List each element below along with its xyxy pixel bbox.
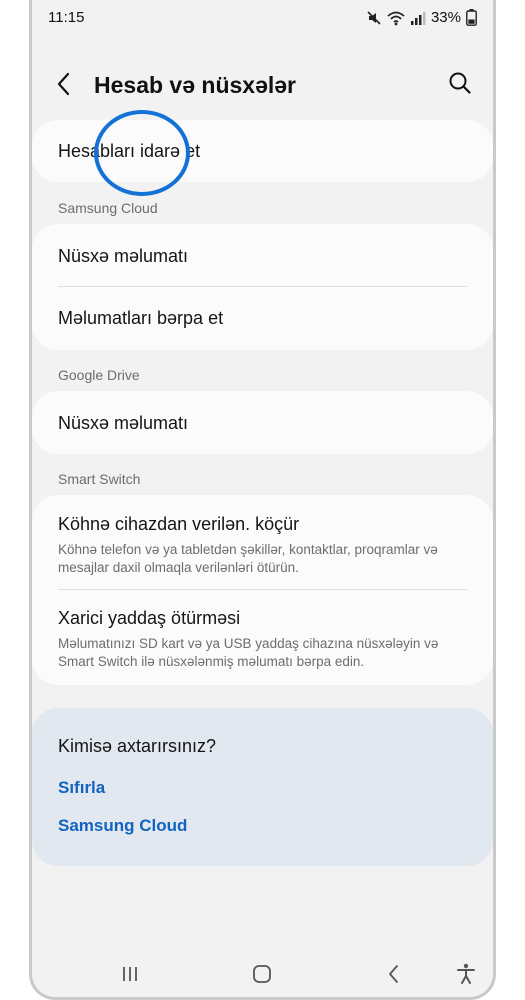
external-storage-item[interactable]: Xarici yaddaş ötürməsi Məlumatınızı SD k…: [32, 590, 493, 685]
signal-icon: [410, 10, 426, 26]
back-icon[interactable]: [382, 962, 406, 986]
transfer-old-device-label: Köhnə cihazdan verilən. köçür: [58, 514, 300, 534]
samsung-cloud-backup-label: Nüsxə məlumatı: [58, 246, 189, 266]
samsung-cloud-restore-label: Məlumatları bərpa et: [58, 308, 224, 328]
google-drive-backup-label: Nüsxə məlumatı: [58, 413, 189, 433]
recents-icon[interactable]: [118, 962, 142, 986]
external-storage-desc: Məlumatınızı SD kart və ya USB yaddaş ci…: [58, 635, 467, 671]
suggestions-title: Kimisə axtarırsınız?: [58, 736, 217, 756]
external-storage-desc-line2: Smart Switch ilə nüsxələnmiş məlumatı bə…: [58, 654, 365, 669]
samsung-cloud-card: Nüsxə məlumatı Məlumatları bərpa et: [32, 224, 493, 350]
transfer-old-device-item[interactable]: Köhnə cihazdan verilən. köçür Köhnə tele…: [32, 495, 493, 590]
search-icon[interactable]: [447, 70, 473, 96]
mute-icon: [366, 10, 382, 26]
smart-switch-card: Köhnə cihazdan verilən. köçür Köhnə tele…: [32, 495, 493, 685]
samsung-cloud-backup-item[interactable]: Nüsxə məlumatı: [32, 224, 493, 287]
smart-switch-header: Smart Switch: [58, 471, 141, 487]
samsung-cloud-restore-item[interactable]: Məlumatları bərpa et: [32, 287, 493, 350]
manage-accounts-item[interactable]: Hesabları idarə et: [32, 120, 493, 182]
external-storage-label: Xarici yaddaş ötürməsi: [58, 608, 241, 628]
accounts-card: Hesabları idarə et: [32, 120, 493, 182]
external-storage-desc-line1: Məlumatınızı SD kart və ya USB yaddaş ci…: [58, 636, 439, 651]
samsung-cloud-header: Samsung Cloud: [58, 200, 158, 216]
transfer-old-device-desc-line2: mesajlar daxil olmaqla verilənləri ötürü…: [58, 560, 299, 575]
battery-percent: 33%: [430, 9, 461, 26]
battery-icon: [466, 9, 477, 26]
transfer-old-device-desc: Köhnə telefon və ya tabletdən şəkillər, …: [58, 541, 467, 577]
google-drive-card: Nüsxə məlumatı: [32, 391, 493, 454]
navigation-bar: [32, 950, 493, 996]
reset-link[interactable]: Sıfırla: [58, 778, 105, 798]
samsung-cloud-link[interactable]: Samsung Cloud: [58, 816, 187, 836]
wifi-icon: [387, 10, 405, 26]
transfer-old-device-desc-line1: Köhnə telefon və ya tabletdən şəkillər, …: [58, 542, 438, 557]
home-icon[interactable]: [250, 962, 274, 986]
back-arrow-icon[interactable]: [52, 70, 78, 98]
phone-screen: 11:15 33% Hesab və nüsxələr Hesabları id…: [29, 0, 496, 1000]
suggestions-card: Kimisə axtarırsınız? Sıfırla Samsung Clo…: [32, 708, 493, 866]
page-title: Hesab və nüsxələr: [94, 72, 297, 98]
status-icons: 33%: [366, 9, 477, 26]
app-header: Hesab və nüsxələr: [32, 58, 493, 110]
status-bar: 11:15 33%: [32, 0, 493, 36]
google-drive-backup-item[interactable]: Nüsxə məlumatı: [32, 391, 493, 454]
google-drive-header: Google Drive: [58, 367, 140, 383]
accessibility-icon[interactable]: [454, 962, 478, 986]
manage-accounts-label: Hesabları idarə et: [58, 141, 201, 161]
status-time: 11:15: [48, 9, 85, 26]
